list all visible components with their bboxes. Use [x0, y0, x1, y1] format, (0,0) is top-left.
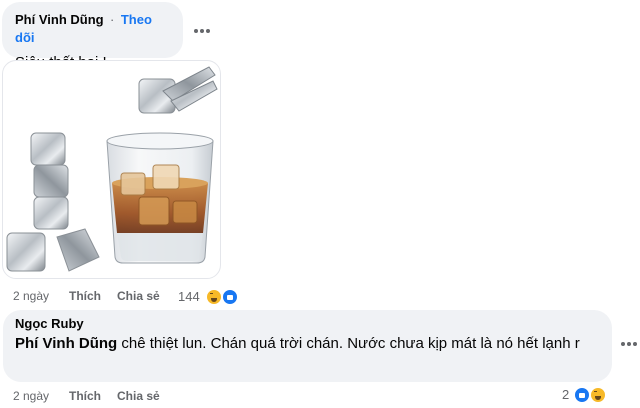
reaction-count: 144 [178, 289, 200, 304]
comment-author[interactable]: Phí Vinh Dũng [15, 12, 104, 27]
like-link[interactable]: Thích [69, 389, 101, 403]
more-options-icon[interactable] [193, 26, 213, 36]
author-separator: · [110, 12, 115, 27]
more-options-icon[interactable] [620, 339, 640, 349]
reaction-summary[interactable]: 2 [562, 385, 614, 405]
comment-actions: 2 ngày Thích Chia sẻ [0, 389, 300, 405]
comment-bubble: Phí Vinh Dũng · Theo dõi Siêu thất bại ! [2, 2, 183, 71]
share-link[interactable]: Chia sẻ [117, 389, 160, 403]
comment-actions: 2 ngày Thích Chia sẻ [0, 289, 300, 305]
like-link[interactable]: Thích [69, 289, 101, 303]
comment-bubble: Ngọc Ruby Phí Vinh Dũng chê thiệt lun. C… [3, 310, 612, 382]
like-reaction-icon [221, 288, 239, 306]
comment-author[interactable]: Ngọc Ruby [15, 316, 600, 331]
comment-image[interactable] [2, 60, 221, 279]
haha-reaction-icon [589, 386, 607, 404]
reaction-count: 2 [562, 387, 570, 402]
mention-link[interactable]: Phí Vinh Dũng [15, 335, 117, 352]
comment-text: Phí Vinh Dũng chê thiệt lun. Chán quá tr… [15, 334, 600, 354]
comment-time[interactable]: 2 ngày [13, 289, 49, 303]
comment-time[interactable]: 2 ngày [13, 389, 49, 403]
share-link[interactable]: Chia sẻ [117, 289, 160, 303]
reaction-summary[interactable]: 144 [178, 287, 242, 307]
ice-cubes-whiskey-glass-image [6, 66, 218, 272]
comment-body: chê thiệt lun. Chán quá trời chán. Nước … [117, 335, 580, 352]
